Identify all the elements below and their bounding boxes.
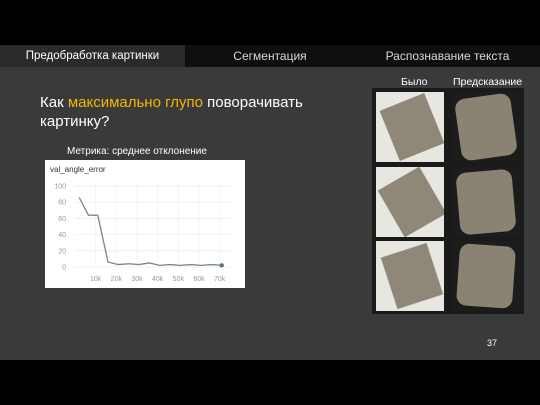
chart-card: val_angle_error 0 20 40 60 80 100 10k 20k 30k 40k 5… <box>45 160 245 288</box>
series-line <box>78 197 222 267</box>
title-accent: максимально глупо <box>67 94 203 111</box>
x-tick-label: 70k <box>214 276 226 283</box>
y-tick-label: 0 <box>62 265 66 272</box>
column-label-predicted: Предсказание <box>453 76 523 88</box>
series-last-point <box>219 263 224 268</box>
example-1-predicted <box>452 92 520 162</box>
title-part-1: Как <box>40 94 68 111</box>
y-tick-label: 60 <box>58 216 66 223</box>
chart-title: val_angle_error <box>50 165 106 174</box>
rotation-examples <box>372 88 524 314</box>
y-tick-label: 20 <box>58 248 66 255</box>
slide: Предобработка картинки Сегментация Распо… <box>0 0 540 405</box>
x-tick-label: 40k <box>152 276 164 283</box>
example-2-predicted <box>452 167 520 237</box>
x-tick-label: 10k <box>90 276 102 283</box>
val-angle-error-chart: val_angle_error 0 20 40 60 80 100 10k 20k 30k 40k 5… <box>50 165 230 283</box>
metric-label: Метрика: среднее отклонение <box>67 146 207 157</box>
example-1-before <box>376 92 444 162</box>
example-3-before <box>376 241 444 311</box>
example-2-before <box>376 167 444 237</box>
tab-segmentation[interactable]: Сегментация <box>185 45 355 67</box>
column-label-before: Было <box>401 76 428 88</box>
x-tick-label: 50k <box>173 276 185 283</box>
x-tick-label: 20k <box>111 276 123 283</box>
page-number: 37 <box>487 338 498 348</box>
tab-preprocessing[interactable]: Предобработка картинки <box>0 45 185 67</box>
y-tick-label: 40 <box>58 232 66 239</box>
section-nav: Предобработка картинки Сегментация Распо… <box>0 45 540 67</box>
example-3-predicted <box>452 241 520 311</box>
x-tick-label: 60k <box>193 276 205 283</box>
y-tick-label: 80 <box>58 200 66 207</box>
y-tick-label: 100 <box>54 184 66 191</box>
x-tick-label: 30k <box>131 276 143 283</box>
tab-text-recognition[interactable]: Распознавание текста <box>355 45 540 67</box>
slide-title: Как максимально глупо поворачивать карти… <box>40 93 340 131</box>
